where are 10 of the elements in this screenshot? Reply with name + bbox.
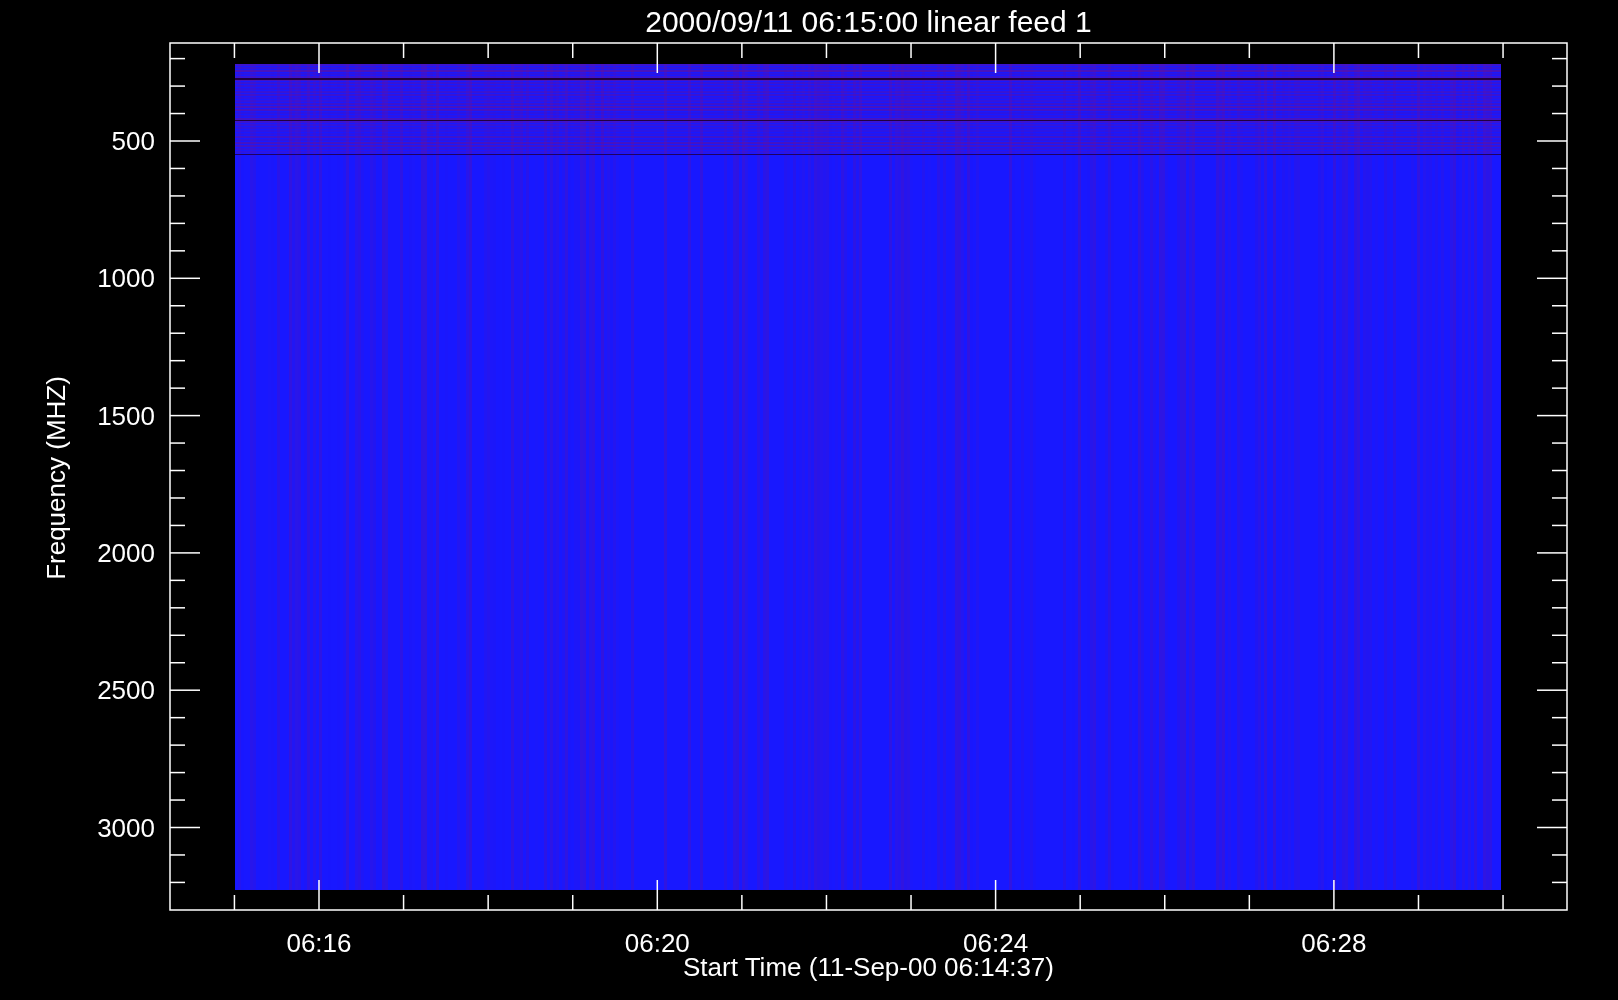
y-tick-label: 3000 <box>97 812 155 843</box>
x-tick-label: 06:16 <box>286 928 352 958</box>
y-tick-label: 1000 <box>97 263 155 294</box>
y-tick-label: 1500 <box>97 400 155 431</box>
y-tick-label: 2500 <box>97 675 155 706</box>
x-tick-label: 06:28 <box>1301 928 1367 958</box>
y-tick-label: 500 <box>111 126 155 156</box>
y-tick-label: 2000 <box>97 537 155 568</box>
y-axis-label: Frequency (MHZ) <box>41 376 71 580</box>
plot-title: 2000/09/11 06:15:00 linear feed 1 <box>645 5 1092 38</box>
